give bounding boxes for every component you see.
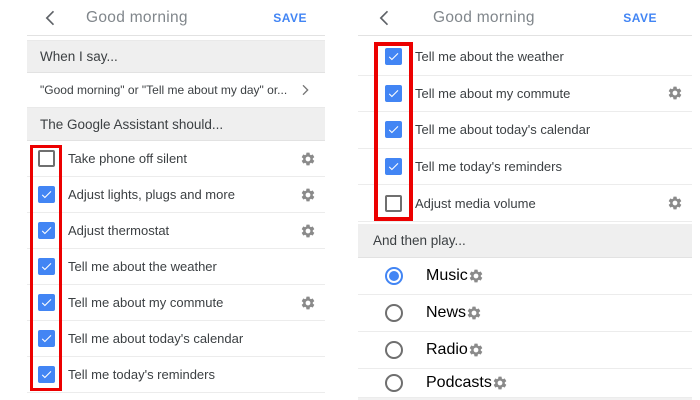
gear-icon[interactable] (300, 187, 316, 203)
check-icon (41, 335, 52, 343)
gear-icon[interactable] (468, 268, 484, 284)
check-icon (41, 263, 52, 271)
gear-icon[interactable] (300, 223, 316, 239)
checkbox[interactable] (38, 150, 55, 167)
play-option-label: Podcasts (426, 373, 492, 391)
section-header-and-then-play: And then play... (358, 223, 692, 258)
play-option-label: Music (426, 266, 468, 284)
checkbox[interactable] (385, 48, 402, 66)
play-options-list: Music News Radio Podcasts (358, 257, 692, 400)
checkbox[interactable] (38, 366, 55, 383)
gear-icon[interactable] (300, 295, 316, 311)
checkbox[interactable] (38, 186, 55, 203)
action-label: Tell me today's reminders (415, 159, 562, 175)
checkbox[interactable] (385, 84, 402, 102)
radio-button[interactable] (385, 373, 403, 392)
action-row-weather[interactable]: Tell me about the weather (358, 39, 692, 76)
check-icon (41, 227, 52, 235)
trigger-phrase-row[interactable]: "Good morning" or "Tell me about my day"… (27, 73, 325, 108)
gear-icon[interactable] (492, 375, 508, 391)
play-option-news[interactable]: News (358, 294, 692, 332)
checkbox[interactable] (385, 121, 402, 139)
action-row-calendar[interactable]: Tell me about today's calendar (358, 112, 692, 149)
right-screen: Good morning SAVE Tell me about the weat… (358, 0, 692, 400)
checkbox[interactable] (385, 194, 402, 212)
chevron-left-icon (380, 9, 389, 25)
checkbox[interactable] (38, 258, 55, 275)
radio-button[interactable] (385, 266, 403, 285)
check-icon (388, 163, 399, 171)
action-label: Tell me about my commute (415, 85, 571, 101)
section-label: When I say... (40, 49, 118, 64)
screenshot-canvas: Good morning SAVE When I say... "Good mo… (0, 0, 700, 400)
action-label: Tell me about today's calendar (415, 122, 591, 138)
gear-icon[interactable] (468, 342, 484, 358)
checkbox[interactable] (385, 158, 402, 176)
checkbox[interactable] (38, 330, 55, 347)
check-icon (388, 53, 399, 61)
left-appbar: Good morning SAVE (27, 0, 325, 36)
check-icon (388, 89, 399, 98)
action-label: Tell me about my commute (68, 295, 224, 310)
action-row-calendar[interactable]: Tell me about today's calendar (27, 321, 325, 357)
back-button[interactable] (375, 8, 395, 28)
section-label: And then play... (373, 232, 466, 248)
gear-icon[interactable] (667, 85, 683, 101)
action-label: Adjust media volume (415, 195, 536, 211)
action-row-adjust-lights[interactable]: Adjust lights, plugs and more (27, 177, 325, 213)
page-title: Good morning (86, 8, 188, 26)
section-label: The Google Assistant should... (40, 116, 224, 132)
radio-button[interactable] (385, 340, 403, 359)
play-option-music[interactable]: Music (358, 257, 692, 295)
play-option-podcasts[interactable]: Podcasts (358, 368, 692, 398)
left-screen: Good morning SAVE When I say... "Good mo… (27, 0, 325, 400)
action-label: Adjust thermostat (68, 223, 170, 238)
action-row-commute[interactable]: Tell me about my commute (27, 285, 325, 321)
left-action-list: Take phone off silent Adjust lights, plu… (27, 141, 325, 393)
action-row-commute[interactable]: Tell me about my commute (358, 75, 692, 113)
action-row-adjust-thermostat[interactable]: Adjust thermostat (27, 213, 325, 249)
radio-button[interactable] (385, 303, 403, 322)
action-row-weather[interactable]: Tell me about the weather (27, 249, 325, 285)
gear-icon[interactable] (667, 195, 683, 211)
check-icon (41, 299, 52, 307)
action-row-media-volume[interactable]: Adjust media volume (358, 185, 692, 222)
action-label: Tell me about the weather (415, 49, 564, 65)
gear-icon[interactable] (300, 151, 316, 167)
action-label: Tell me about today's calendar (68, 331, 244, 346)
section-header-when-i-say: When I say... (27, 40, 325, 73)
action-label: Tell me about the weather (68, 259, 217, 274)
action-row-take-phone-off-silent[interactable]: Take phone off silent (27, 141, 325, 177)
save-button[interactable]: SAVE (273, 11, 307, 25)
chevron-right-icon (302, 84, 309, 96)
action-label: Take phone off silent (68, 151, 188, 166)
section-header-assistant-should: The Google Assistant should... (27, 108, 325, 141)
gear-icon[interactable] (466, 305, 482, 321)
play-option-label: Radio (426, 340, 468, 358)
action-row-reminders[interactable]: Tell me today's reminders (358, 148, 692, 186)
action-label: Adjust lights, plugs and more (68, 187, 235, 202)
right-action-list: Tell me about the weather Tell me about … (358, 39, 692, 222)
page-title: Good morning (433, 8, 535, 26)
checkbox[interactable] (38, 222, 55, 239)
check-icon (388, 126, 399, 134)
action-label: Tell me today's reminders (68, 367, 215, 382)
play-option-radio[interactable]: Radio (358, 331, 692, 369)
check-icon (41, 371, 52, 379)
trigger-phrase-label: "Good morning" or "Tell me about my day"… (40, 83, 288, 97)
action-row-reminders[interactable]: Tell me today's reminders (27, 357, 325, 393)
right-appbar: Good morning SAVE (358, 0, 692, 36)
chevron-left-icon (45, 9, 55, 25)
play-option-label: News (426, 303, 467, 321)
check-icon (41, 191, 52, 199)
back-button[interactable] (41, 8, 61, 28)
checkbox[interactable] (38, 294, 55, 311)
save-button[interactable]: SAVE (623, 11, 657, 25)
